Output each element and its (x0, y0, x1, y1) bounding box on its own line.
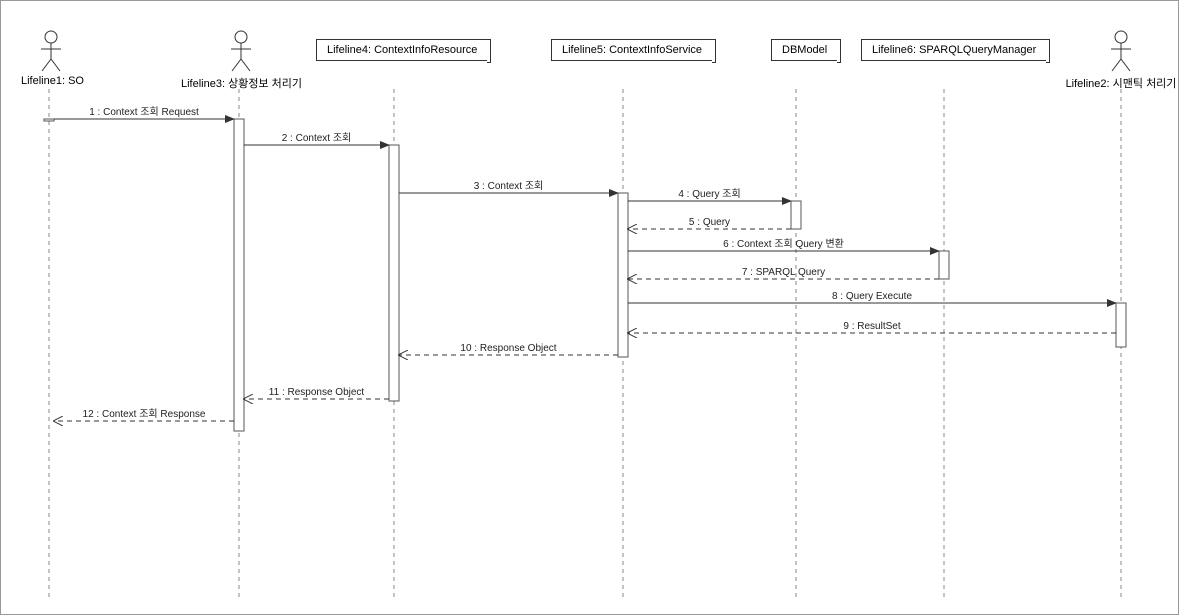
actor-icon (1108, 29, 1134, 73)
svg-text:2 : Context 조회: 2 : Context 조회 (282, 132, 352, 144)
sequence-diagram: Lifeline1: SO Lifeline3: 상황정보 처리기 Lifeli… (0, 0, 1179, 615)
actor-icon (228, 29, 254, 73)
lifeline-context-processor: Lifeline3: 상황정보 처리기 (181, 29, 301, 91)
lifeline-label: Lifeline2: 시맨틱 처리기 (1061, 75, 1179, 91)
object-head: DBModel (771, 39, 838, 61)
svg-text:12 : Context 조회 Response: 12 : Context 조회 Response (83, 408, 206, 420)
lifeline-label: Lifeline3: 상황정보 처리기 (181, 75, 301, 91)
lifeline-contextinforesource: Lifeline4: ContextInfoResource (316, 39, 488, 61)
lifeline-label: Lifeline1: SO (21, 75, 81, 87)
lifeline-contextinfoservice: Lifeline5: ContextInfoService (551, 39, 713, 61)
svg-text:7 : SPARQL Query: 7 : SPARQL Query (742, 267, 825, 278)
lifeline-semantic-processor: Lifeline2: 시맨틱 처리기 (1061, 29, 1179, 91)
svg-text:1 : Context 조회 Request: 1 : Context 조회 Request (89, 106, 199, 118)
svg-text:11 : Response Object: 11 : Response Object (269, 387, 365, 398)
lifeline-dbmodel: DBModel (771, 39, 838, 61)
svg-text:4 : Query 조회: 4 : Query 조회 (678, 188, 740, 200)
svg-text:8 : Query Execute: 8 : Query Execute (832, 291, 912, 302)
object-head: Lifeline5: ContextInfoService (551, 39, 713, 61)
svg-text:3 : Context 조회: 3 : Context 조회 (474, 180, 544, 192)
lifeline-so: Lifeline1: SO (21, 29, 81, 87)
object-head: Lifeline4: ContextInfoResource (316, 39, 488, 61)
object-head: Lifeline6: SPARQLQueryManager (861, 39, 1047, 61)
svg-text:6 : Context 조회 Query 변환: 6 : Context 조회 Query 변환 (723, 238, 844, 250)
diagram-svg: 1 : Context 조회 Request 2 : Context 조회 3 : … (1, 1, 1179, 616)
lifeline-sparqlquerymanager: Lifeline6: SPARQLQueryManager (861, 39, 1047, 61)
svg-text:5 : Query: 5 : Query (689, 217, 730, 228)
svg-text:10 : Response Object: 10 : Response Object (460, 343, 556, 354)
actor-icon (38, 29, 64, 73)
svg-text:9 : ResultSet: 9 : ResultSet (843, 321, 900, 332)
